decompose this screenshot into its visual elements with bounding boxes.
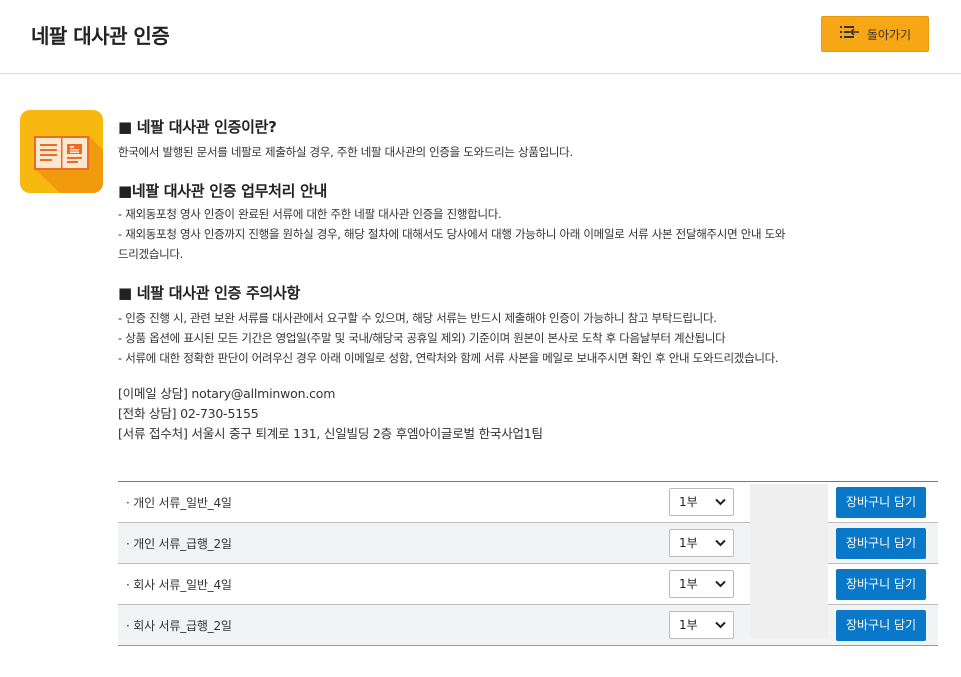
chevron-down-icon [715, 498, 726, 506]
list-back-icon [839, 24, 861, 44]
document-icon [20, 110, 103, 193]
quantity-select[interactable]: 1부 [669, 611, 734, 639]
quantity-value: 1부 [679, 495, 698, 509]
product-name: · 회사 서류_급행_2일 [126, 619, 232, 633]
section-text: - 인증 진행 시, 관련 보완 서류를 대사관에서 요구할 수 있으며, 해당… [118, 311, 717, 325]
section-text: 한국에서 발행된 문서를 네팔로 제출하실 경우, 주한 네팔 대사관의 인증을… [118, 145, 573, 159]
quantity-value: 1부 [679, 536, 698, 550]
section-title: ■ 네팔 대사관 인증이란? [118, 118, 277, 136]
contact-info: [이메일 상담] notary@allminwon.com [전화 상담] 02… [118, 384, 918, 444]
add-to-cart-button[interactable]: 장바구니 담기 [836, 487, 926, 518]
section-text: - 재외동포청 영사 인증까지 진행을 원하실 경우, 해당 절차에 대해서도 … [118, 227, 786, 241]
info-content: ■ 네팔 대사관 인증이란? 한국에서 발행된 문서를 네팔로 제출하실 경우,… [118, 116, 918, 444]
quantity-select[interactable]: 1부 [669, 488, 734, 516]
section-text: 드리겠습니다. [118, 247, 184, 261]
page-header: 네팔 대사관 인증 돌아가기 [0, 0, 961, 74]
section-text: - 상품 옵션에 표시된 모든 기간은 영업일(주말 및 국내/해당국 공휴일 … [118, 331, 726, 345]
chevron-down-icon [715, 580, 726, 588]
quantity-value: 1부 [679, 577, 698, 591]
section-what-is: ■ 네팔 대사관 인증이란? 한국에서 발행된 문서를 네팔로 제출하실 경우,… [118, 116, 918, 162]
section-text: - 서류에 대한 정확한 판단이 어려우신 경우 아래 이메일로 성함, 연락처… [118, 351, 779, 365]
product-name: · 개인 서류_급행_2일 [126, 537, 232, 551]
back-button-label: 돌아가기 [866, 27, 912, 42]
quantity-select[interactable]: 1부 [669, 529, 734, 557]
contact-address: [서류 접수처] 서울시 중구 퇴계로 131, 신일빌딩 2층 후엠아이글로벌… [118, 426, 543, 441]
page-title: 네팔 대사관 인증 [31, 24, 170, 48]
section-cautions: ■ 네팔 대사관 인증 주의사항 - 인증 진행 시, 관련 보완 서류를 대사… [118, 282, 918, 368]
product-name: · 개인 서류_일반_4일 [126, 496, 232, 510]
quantity-select[interactable]: 1부 [669, 570, 734, 598]
section-text: - 재외동포청 영사 인증이 완료된 서류에 대한 주한 네팔 대사관 인증을 … [118, 207, 502, 221]
contact-phone: [전화 상담] 02-730-5155 [118, 406, 259, 421]
section-title: ■ 네팔 대사관 인증 주의사항 [118, 284, 301, 302]
blurred-price-area [750, 484, 828, 638]
chevron-down-icon [715, 539, 726, 547]
add-to-cart-button[interactable]: 장바구니 담기 [836, 569, 926, 600]
chevron-down-icon [715, 621, 726, 629]
product-name: · 회사 서류_일반_4일 [126, 578, 232, 592]
back-button[interactable]: 돌아가기 [821, 16, 929, 52]
section-process-guide: ■네팔 대사관 인증 업무처리 안내 - 재외동포청 영사 인증이 완료된 서류… [118, 180, 918, 264]
contact-email: [이메일 상담] notary@allminwon.com [118, 386, 336, 401]
add-to-cart-button[interactable]: 장바구니 담기 [836, 528, 926, 559]
add-to-cart-button[interactable]: 장바구니 담기 [836, 610, 926, 641]
section-title: ■네팔 대사관 인증 업무처리 안내 [118, 182, 328, 200]
quantity-value: 1부 [679, 618, 698, 632]
